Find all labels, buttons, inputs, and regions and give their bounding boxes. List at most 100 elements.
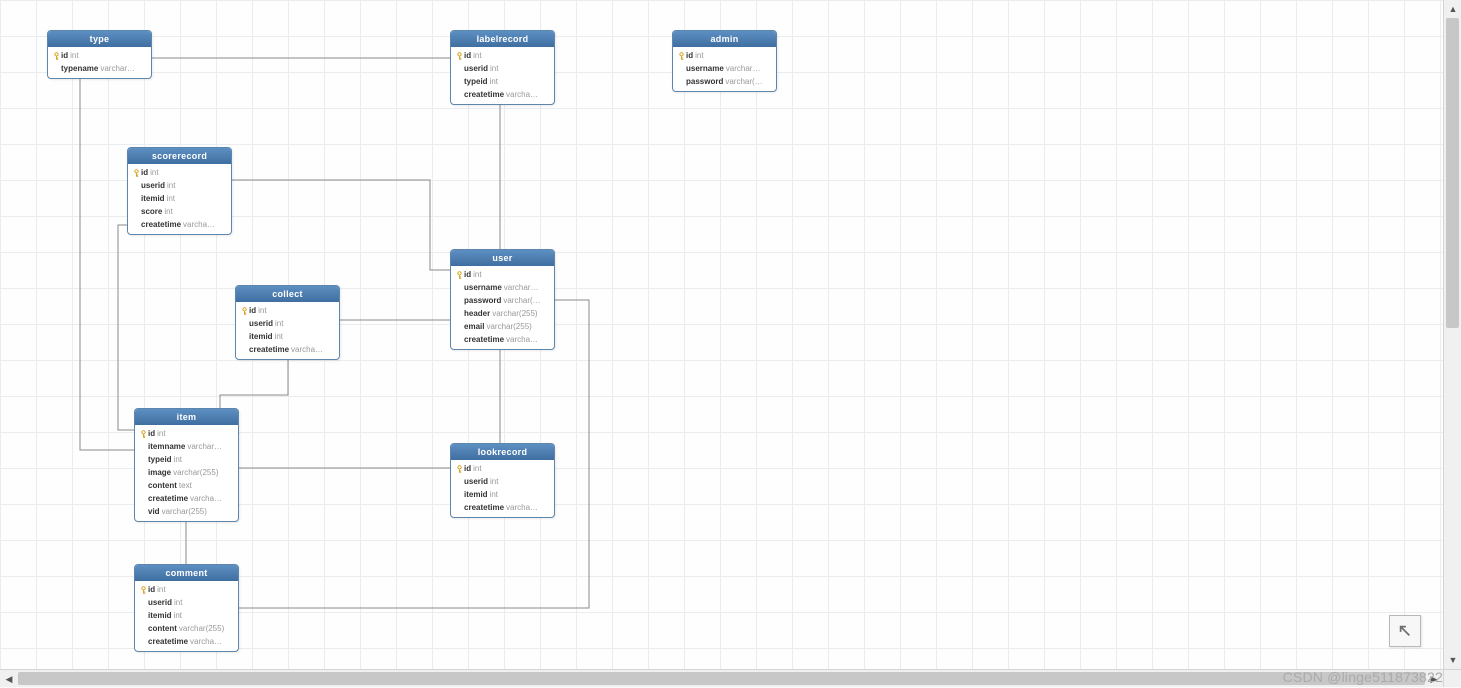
entity-lookrecord[interactable]: lookrecordidintuseridintitemidintcreatet… (450, 443, 555, 518)
field-row[interactable]: contenttext (135, 479, 238, 492)
field-row[interactable]: useridint (451, 62, 554, 75)
field-row[interactable]: itemidint (236, 330, 339, 343)
entity-item[interactable]: itemidintitemnamevarchar…typeidintimagev… (134, 408, 239, 522)
field-row[interactable]: useridint (135, 596, 238, 609)
field-type: int (275, 331, 335, 342)
field-row[interactable]: itemidint (128, 192, 231, 205)
entity-collect[interactable]: collectidintuseridintitemidintcreatetime… (235, 285, 340, 360)
entity-title[interactable]: comment (135, 565, 238, 581)
primary-key-icon (454, 465, 464, 473)
field-row[interactable]: createtimevarcha… (451, 333, 554, 346)
horizontal-scrollbar[interactable]: ◀ ▶ (0, 669, 1443, 687)
field-row[interactable]: createtimevarcha… (135, 492, 238, 505)
field-row[interactable]: imagevarchar(255) (135, 466, 238, 479)
field-row[interactable]: createtimevarcha… (236, 343, 339, 356)
vertical-scrollbar[interactable]: ▲ ▼ (1443, 0, 1461, 669)
field-row[interactable]: idint (48, 49, 151, 62)
field-row[interactable]: useridint (236, 317, 339, 330)
entity-admin[interactable]: admin idintusernamevarchar…passwordvarcha… (672, 30, 777, 92)
field-row[interactable]: idint (451, 49, 554, 62)
field-name: typeid (148, 454, 172, 465)
field-name: username (464, 282, 502, 293)
field-row[interactable]: useridint (451, 475, 554, 488)
field-row[interactable]: createtimevarcha… (451, 88, 554, 101)
field-row[interactable]: idint (673, 49, 776, 62)
field-name: itemid (141, 193, 165, 204)
field-row[interactable]: vidvarchar(255) (135, 505, 238, 518)
entity-labelrecord[interactable]: labelrecordidintuseridinttypeidintcreate… (450, 30, 555, 105)
field-name: id (148, 428, 155, 439)
field-row[interactable]: useridint (128, 179, 231, 192)
field-row[interactable]: usernamevarchar… (673, 62, 776, 75)
entity-scorerecord[interactable]: scorerecordidintuseridintitemidintscorei… (127, 147, 232, 235)
field-row[interactable]: createtimevarcha… (451, 501, 554, 514)
entity-title[interactable]: collect (236, 286, 339, 302)
entity-type[interactable]: type idinttypenamevarchar… (47, 30, 152, 79)
entity-fields: idintuseridintitemidintcreatetimevarcha… (236, 302, 339, 359)
field-row[interactable]: typeidint (451, 75, 554, 88)
field-row[interactable]: idint (135, 583, 238, 596)
field-row[interactable]: itemnamevarchar… (135, 440, 238, 453)
field-row[interactable]: passwordvarchar(… (673, 75, 776, 88)
v-scroll-thumb[interactable] (1446, 18, 1459, 328)
field-row[interactable]: passwordvarchar(… (451, 294, 554, 307)
entity-fields: idintuseridinttypeidintcreatetimevarcha… (451, 47, 554, 104)
field-row[interactable]: idint (128, 166, 231, 179)
field-name: createtime (464, 502, 504, 513)
field-row[interactable]: idint (451, 462, 554, 475)
entity-title[interactable]: scorerecord (128, 148, 231, 164)
field-name: typename (61, 63, 98, 74)
field-type: int (473, 50, 550, 61)
field-name: createtime (464, 334, 504, 345)
field-type: varcha… (291, 344, 335, 355)
field-row[interactable]: scoreint (128, 205, 231, 218)
entity-title[interactable]: type (48, 31, 151, 47)
minimap-toggle-button[interactable] (1389, 615, 1421, 647)
field-row[interactable]: itemidint (135, 609, 238, 622)
field-name: image (148, 467, 171, 478)
field-type: int (490, 76, 550, 87)
field-row[interactable]: usernamevarchar… (451, 281, 554, 294)
diagram-viewport[interactable]: typeidinttypenamevarchar…labelrecordidin… (0, 0, 1443, 669)
h-scroll-thumb[interactable] (18, 672, 1425, 685)
field-type: varchar… (187, 441, 234, 452)
primary-key-icon (51, 52, 61, 60)
field-name: password (686, 76, 723, 87)
field-type: int (174, 597, 234, 608)
field-type: varcha… (506, 89, 550, 100)
field-type: varcha… (190, 493, 234, 504)
field-name: score (141, 206, 162, 217)
entity-title[interactable]: item (135, 409, 238, 425)
entity-user[interactable]: user idintusernamevarchar…passwordvarchar… (450, 249, 555, 350)
field-row[interactable]: createtimevarcha… (128, 218, 231, 231)
field-row[interactable]: typenamevarchar… (48, 62, 151, 75)
field-name: id (464, 463, 471, 474)
entity-title[interactable]: labelrecord (451, 31, 554, 47)
field-name: id (686, 50, 693, 61)
primary-key-icon (676, 52, 686, 60)
field-row[interactable]: idint (236, 304, 339, 317)
field-row[interactable]: emailvarchar(255) (451, 320, 554, 333)
diagram-canvas[interactable]: typeidinttypenamevarchar…labelrecordidin… (0, 0, 1443, 669)
primary-key-icon (239, 307, 249, 315)
field-name: createtime (464, 89, 504, 100)
entity-title[interactable]: user (451, 250, 554, 266)
field-row[interactable]: idint (135, 427, 238, 440)
scroll-right-arrow[interactable]: ▶ (1425, 670, 1443, 688)
field-row[interactable]: itemidint (451, 488, 554, 501)
scroll-up-arrow[interactable]: ▲ (1444, 0, 1461, 18)
scroll-left-arrow[interactable]: ◀ (0, 670, 18, 688)
entity-title[interactable]: lookrecord (451, 444, 554, 460)
field-type: varchar… (100, 63, 147, 74)
entity-comment[interactable]: commentidintuseridintitemidintcontentvar… (134, 564, 239, 652)
field-row[interactable]: contentvarchar(255) (135, 622, 238, 635)
field-row[interactable]: idint (451, 268, 554, 281)
field-row[interactable]: typeidint (135, 453, 238, 466)
field-row[interactable]: createtimevarcha… (135, 635, 238, 648)
scroll-down-arrow[interactable]: ▼ (1444, 651, 1461, 669)
entity-title[interactable]: admin (673, 31, 776, 47)
field-name: id (148, 584, 155, 595)
primary-key-icon (131, 169, 141, 177)
field-row[interactable]: headervarchar(255) (451, 307, 554, 320)
entity-fields: idintuseridintitemidintcreatetimevarcha… (451, 460, 554, 517)
